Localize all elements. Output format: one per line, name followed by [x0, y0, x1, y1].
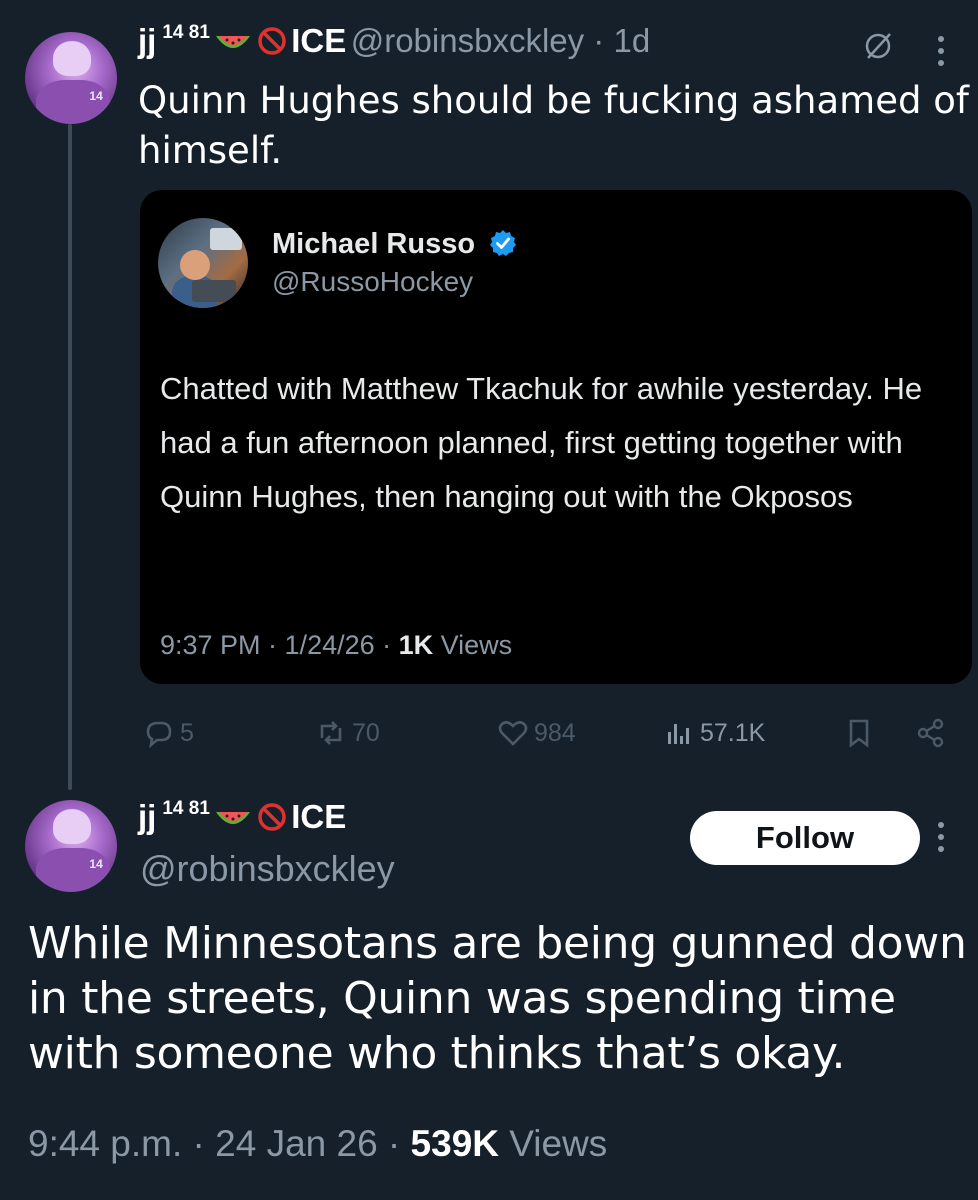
prohibited-icon: [257, 26, 287, 56]
quoted-meta: 9:37 PM · 1/24/26 · 1K Views: [160, 630, 512, 661]
like-button[interactable]: 984: [496, 710, 576, 756]
avatar-number: 14: [89, 89, 103, 104]
avatar-laptop: [192, 280, 236, 302]
views-count: 57.1K: [700, 718, 766, 747]
avatar-helmet: [52, 809, 92, 845]
quoted-display-name[interactable]: Michael Russo: [272, 228, 475, 260]
grok-icon[interactable]: [862, 30, 894, 67]
reply-header: jj 14 81 ICE @robinsbxckley · 1d: [138, 22, 650, 60]
like-count: 984: [534, 718, 576, 747]
main-time[interactable]: 9:44 p.m. · 24 Jan 26 ·: [28, 1123, 411, 1164]
heart-icon: [498, 721, 528, 746]
quoted-views-count: 1K: [398, 630, 434, 660]
quoted-views-label: Views: [433, 630, 513, 660]
retweet-icon: [320, 721, 342, 745]
main-views-label: Views: [499, 1123, 608, 1164]
ice-label: ICE: [291, 798, 347, 835]
main-meta: 9:44 p.m. · 24 Jan 26 · 539K Views: [28, 1123, 607, 1165]
quoted-text: Chatted with Matthew Tkachuk for awhile …: [160, 371, 923, 514]
reply-button[interactable]: 5: [142, 710, 194, 756]
bookmark-icon: [849, 719, 869, 748]
avatar-person: [180, 250, 210, 280]
more-options-icon[interactable]: [936, 36, 946, 70]
main-header: jj 14 81 ICE: [138, 798, 346, 836]
reply-text: Quinn Hughes should be fucking ashamed o…: [138, 79, 969, 172]
views-icon: [668, 724, 689, 744]
separator: ·: [584, 22, 614, 59]
avatar-helmet: [52, 41, 92, 77]
reply-icon: [146, 721, 172, 749]
quoted-name-row: Michael Russo: [272, 228, 517, 261]
follow-button[interactable]: Follow: [690, 811, 920, 865]
avatar[interactable]: 14: [25, 32, 117, 124]
quoted-time[interactable]: 9:37 PM · 1/24/26 ·: [160, 630, 399, 660]
retweet-count: 70: [352, 718, 380, 747]
display-name[interactable]: jj: [138, 798, 156, 835]
display-name[interactable]: jj: [138, 22, 156, 59]
more-options-icon[interactable]: [936, 822, 946, 856]
action-bar: 5 70 984 57.1K: [0, 710, 978, 756]
thread-line: [68, 124, 72, 790]
share-icon: [917, 718, 944, 748]
avatar-number: 14: [89, 857, 103, 872]
quoted-tweet-card[interactable]: Michael Russo @RussoHockey Chatted with …: [140, 190, 972, 684]
main-tweet-text: While Minnesotans are being gunned down …: [28, 918, 967, 1079]
quoted-handle[interactable]: @RussoHockey: [272, 266, 473, 298]
verified-badge-icon: [489, 229, 517, 257]
prohibited-icon: [257, 802, 287, 832]
ice-label: ICE: [291, 22, 347, 59]
reply-count: 5: [180, 718, 194, 747]
bookmark-button[interactable]: [842, 710, 880, 756]
share-button[interactable]: [914, 710, 952, 756]
handle[interactable]: @robinsbxckley: [351, 22, 584, 59]
retweet-button[interactable]: 70: [314, 710, 380, 756]
quoted-avatar[interactable]: [158, 218, 248, 308]
timestamp[interactable]: 1d: [613, 22, 650, 59]
avatar[interactable]: 14: [25, 800, 117, 892]
main-views-count: 539K: [410, 1123, 499, 1164]
name-superscript: 14 81: [162, 798, 210, 819]
avatar-sign: [210, 228, 242, 250]
views-button[interactable]: 57.1K: [662, 710, 765, 756]
watermelon-icon: [214, 806, 252, 828]
handle[interactable]: @robinsbxckley: [140, 848, 395, 890]
name-superscript: 14 81: [162, 22, 210, 43]
watermelon-icon: [214, 30, 252, 52]
